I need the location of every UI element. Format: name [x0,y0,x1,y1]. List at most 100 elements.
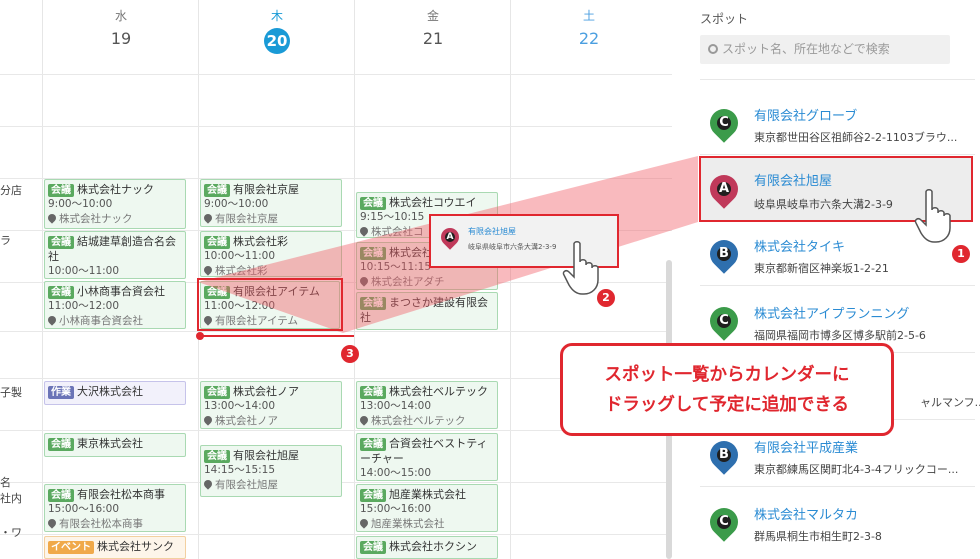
search-placeholder: スポット名、所在地などで検索 [722,42,890,56]
map-pin-icon: B [704,234,744,274]
location-pin-icon [358,225,370,237]
left-event-fragment: 社内 [0,492,22,505]
location-pin-icon [358,517,370,529]
spot-name[interactable]: 有限会社平成産業 [754,437,858,456]
location-pin-icon [202,264,214,276]
ghost-spot-address: 岐阜県岐阜市六条大溝2-3-9 [468,243,557,251]
spot-name[interactable]: 株式会社アイプランニング [754,303,909,322]
event-title: 株式会社コウエイ [389,196,477,209]
event-location: 旭産業株式会社 [371,518,445,530]
step-badge: 2 [597,289,615,307]
location-pin-icon [46,314,58,326]
event-tag: 会議 [48,286,74,299]
event-time: 11:00～12:00 [48,300,120,312]
event-card[interactable]: 会議 有限会社京屋 9:00～10:00 有限会社京屋 [200,179,342,227]
hand-cursor-icon [914,189,951,243]
event-location: 有限会社京屋 [215,213,278,225]
spot-item[interactable]: C 有限会社グローブ 東京都世田谷区祖師谷2-2-1103ブラウ... [700,93,975,155]
spot-panel: スポット スポット名、所在地などで検索 C 有限会社グローブ 東京都世田谷区祖師… [680,0,980,559]
search-icon [708,44,718,54]
day-number: 19 [110,29,132,48]
event-tag: 会議 [204,236,230,249]
spot-address: 東京都新宿区神楽坂1-2-21 [754,262,889,275]
event-card[interactable]: 会議 株式会社彩 10:00～11:00 株式会社彩 [200,231,342,277]
event-tag: 会議 [360,247,386,260]
spot-name[interactable]: 株式会社タイキ [754,236,845,255]
event-tag: イベント [48,541,94,554]
event-time: 13:00～14:00 [360,400,432,412]
location-pin-icon [202,212,214,224]
location-pin-icon [46,212,58,224]
event-title: 東京株式会社 [77,437,143,450]
event-card[interactable]: 会議 株式会社ホクシン [356,536,498,559]
event-card[interactable]: イベント 株式会社サンク [44,536,186,559]
drop-indicator-dot [196,332,204,340]
callout-line: ドラッグして予定に追加できる [604,395,850,415]
day-header-fri[interactable]: 金 21 [355,8,511,50]
spot-name[interactable]: 有限会社グローブ [754,105,857,124]
column-divider [42,0,43,559]
event-tag: 会議 [360,541,386,554]
event-card[interactable]: 会議 有限会社松本商事 15:00～16:00 有限会社松本商事 [44,484,186,532]
event-card[interactable]: 会議 株式会社ナック 9:00～10:00 株式会社ナック [44,179,186,229]
map-pin-icon: C [704,502,744,542]
instruction-callout: スポット一覧からカレンダーに ドラッグして予定に追加できる [560,343,894,436]
callout-line: スポット一覧からカレンダーに [604,365,850,385]
day-of-week: 金 [426,9,439,23]
location-pin-icon [358,414,370,426]
spot-item[interactable]: C 株式会社マルタカ 群馬県桐生市相生町2-3-8 [700,492,975,554]
spot-name[interactable]: 株式会社マルタカ [754,504,858,523]
map-pin-icon: C [704,103,744,143]
location-pin-icon [358,275,370,287]
event-title: 株式会社ホクシン [389,540,477,553]
event-location: 有限会社松本商事 [59,518,143,530]
event-tag: 作業 [48,386,74,399]
event-title: 大沢株式会社 [77,385,143,398]
day-number: 22 [578,29,600,48]
event-card[interactable]: 作業 大沢株式会社 [44,381,186,405]
event-time: 9:00～10:00 [48,198,113,210]
spot-address: 東京都世田谷区祖師谷2-2-1103ブラウ... [754,131,958,144]
map-pin-icon: B [704,435,744,475]
event-time: 13:00～14:00 [204,400,276,412]
event-card[interactable]: 会議 株式会社ベルテック 13:00～14:00 株式会社ベルテック [356,381,498,429]
event-card[interactable]: 会議 株式会社ノア 13:00～14:00 株式会社ノア [200,381,342,429]
spot-search-input[interactable]: スポット名、所在地などで検索 [700,35,950,64]
day-header-thu[interactable]: 木 20 [199,8,355,54]
event-tag: 会議 [360,489,386,502]
day-header-wed[interactable]: 水 19 [43,8,199,50]
event-tag: 会議 [48,438,74,451]
event-card[interactable]: 会議 旭産業株式会社 15:00～16:00 旭産業株式会社 [356,484,498,532]
event-card[interactable]: 会議 有限会社旭屋 14:15～15:15 有限会社旭屋 [200,445,342,497]
event-title: 株式会社ナック [77,183,154,196]
event-tag: 会議 [204,450,230,463]
spot-address: 東京都練馬区関町北4-3-4フリックコー... [754,463,959,476]
event-card[interactable]: 会議 合資会社ベストティーチャー 14:00～15:00 [356,433,498,481]
event-location: 株式会社ベルテック [371,415,466,427]
event-card[interactable]: 会議 東京株式会社 [44,433,186,457]
event-time: 10:00～11:00 [204,250,276,262]
row-divider [0,534,672,535]
event-tag: 会議 [360,438,386,451]
map-pin-icon: A [704,169,744,209]
left-event-fragment: ラ [0,234,11,247]
event-title: 株式会社彩 [233,235,288,248]
location-pin-icon [202,478,214,490]
event-card[interactable]: 会議 結城建草創造合名会社 10:00～11:00 [44,231,186,279]
day-header-sat[interactable]: 土 22 [511,8,667,50]
event-tag: 会議 [48,236,74,249]
row-divider [0,126,672,127]
ghost-spot-name: 有限会社旭屋 [468,227,516,236]
panel-title: スポット [700,12,749,26]
event-title: 株式会社ノア [233,385,299,398]
left-event-fragment: 子製 [0,386,22,399]
left-event-fragment: 名 [0,476,11,489]
event-card[interactable]: 会議 まつさか建設有限会社 [356,292,498,330]
event-title: 有限会社旭屋 [233,449,299,462]
event-location: 小林商事合資会社 [59,315,143,327]
event-card[interactable]: 会議 小林商事合資会社 11:00～12:00 小林商事合資会社 [44,281,186,329]
spot-address: ャルマンフ... [920,396,980,409]
row-divider [0,331,672,332]
spot-name[interactable]: 有限会社旭屋 [754,170,832,189]
event-title: 旭産業株式会社 [389,488,466,501]
